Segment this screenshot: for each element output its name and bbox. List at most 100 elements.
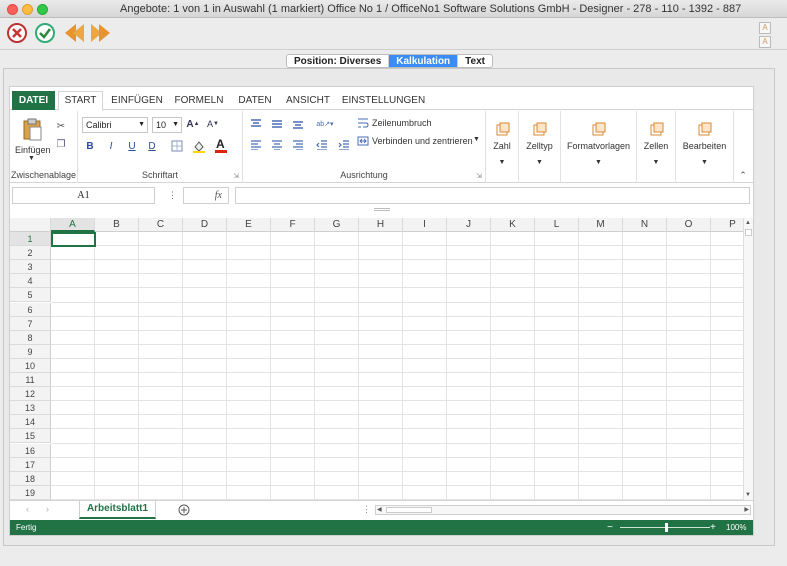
group-styles[interactable]: Formatvorlagen ▼ [561, 111, 637, 183]
decrease-indent-icon[interactable] [315, 139, 329, 151]
group-celltype[interactable]: Zelltyp ▼ [519, 111, 561, 183]
paste-icon[interactable] [20, 117, 44, 141]
scroll-left-icon[interactable]: ◀ [377, 506, 382, 513]
formula-input[interactable] [235, 187, 750, 204]
zoom-window-button[interactable] [37, 4, 48, 15]
paste-label[interactable]: Einfügen [15, 145, 51, 155]
horizontal-scrollbar[interactable]: ◀ ▶ [375, 505, 751, 515]
group-cells[interactable]: Zellen ▼ [637, 111, 676, 183]
hscroll-thumb[interactable] [386, 507, 432, 513]
row-header[interactable]: 6 [10, 302, 51, 317]
cell-grid[interactable]: A B C D E F G H I J K L M N O P 1 2 3 4 5 6 7 8 9 10 11 12 13 14 15 16 1… [10, 218, 743, 500]
wrap-text-button[interactable]: Zeilenumbruch [372, 118, 432, 128]
column-header[interactable]: N [623, 218, 667, 232]
row-header[interactable]: 13 [10, 401, 51, 416]
row-header[interactable]: 8 [10, 330, 51, 345]
column-header[interactable]: E [227, 218, 271, 232]
column-header[interactable]: G [315, 218, 359, 232]
copy-icon[interactable]: ❐ [54, 137, 68, 151]
scroll-up-icon[interactable]: ▲ [745, 220, 751, 226]
scroll-right-icon[interactable]: ▶ [744, 506, 749, 513]
scroll-down-icon[interactable]: ▼ [745, 492, 751, 498]
align-right-icon[interactable] [291, 139, 305, 151]
name-box[interactable]: A1 [12, 187, 155, 204]
tab-data[interactable]: DATEN [234, 91, 276, 110]
row-header[interactable]: 11 [10, 373, 51, 388]
row-header[interactable]: 5 [10, 288, 51, 303]
next-button[interactable] [89, 21, 113, 45]
tab-file[interactable]: DATEI [12, 91, 55, 110]
active-cell[interactable] [51, 232, 96, 247]
align-left-icon[interactable] [249, 139, 263, 151]
row-header[interactable]: 18 [10, 471, 51, 486]
sheet-tab-arbeitsblatt1[interactable]: Arbeitsblatt1 [79, 501, 156, 519]
wrap-text-icon[interactable] [357, 117, 369, 129]
row-header[interactable]: 14 [10, 415, 51, 430]
row-header[interactable]: 17 [10, 457, 51, 472]
row-header[interactable]: 16 [10, 443, 51, 458]
column-header[interactable]: K [491, 218, 535, 232]
segment-kalkulation[interactable]: Kalkulation [389, 55, 459, 67]
column-header[interactable]: I [403, 218, 447, 232]
column-header[interactable]: F [271, 218, 315, 232]
borders-icon[interactable] [170, 139, 184, 153]
row-header[interactable]: 12 [10, 387, 51, 402]
merge-center-button[interactable]: Verbinden und zentrieren [372, 136, 473, 146]
align-center-icon[interactable] [270, 139, 284, 151]
group-edit[interactable]: Bearbeiten ▼ [676, 111, 734, 183]
row-header[interactable]: 15 [10, 429, 51, 444]
column-header[interactable]: D [183, 218, 227, 232]
font-color-icon[interactable]: A [214, 137, 228, 153]
row-header[interactable]: 4 [10, 274, 51, 289]
column-header[interactable]: L [535, 218, 579, 232]
group-number[interactable]: Zahl ▼ [486, 111, 519, 183]
merge-dropdown-icon[interactable]: ▼ [473, 136, 480, 143]
minimize-window-button[interactable] [22, 4, 33, 15]
vertical-scrollbar[interactable]: ▲ ▼ [743, 218, 753, 500]
insert-function-button[interactable]: fx [183, 187, 229, 204]
scroll-thumb[interactable] [745, 229, 752, 236]
column-header[interactable]: A [51, 218, 95, 232]
row-header[interactable]: 9 [10, 344, 51, 359]
merge-center-icon[interactable] [357, 135, 369, 147]
column-header[interactable]: B [95, 218, 139, 232]
font-decrease-icon[interactable]: A [759, 36, 771, 48]
align-middle-icon[interactable] [270, 118, 284, 130]
font-increase-icon[interactable]: A [759, 22, 771, 34]
row-header[interactable]: 1 [10, 232, 51, 247]
cancel-button[interactable] [5, 21, 29, 45]
shrink-font-icon[interactable]: A ▼ [206, 117, 220, 131]
paste-dropdown-icon[interactable]: ▼ [28, 155, 35, 162]
column-header[interactable]: H [359, 218, 403, 232]
zoom-out-icon[interactable]: − [607, 520, 613, 535]
font-name-select[interactable]: Calibri ▼ [82, 117, 148, 133]
confirm-button[interactable] [33, 21, 57, 45]
tab-settings[interactable]: EINSTELLUNGEN [341, 91, 426, 110]
tab-split-handle[interactable]: ⋮ [362, 504, 371, 515]
close-window-button[interactable] [7, 4, 18, 15]
dialog-launcher-icon[interactable]: ⇲ [233, 172, 239, 180]
row-header[interactable]: 10 [10, 358, 51, 373]
select-all-corner[interactable] [10, 218, 51, 232]
column-header[interactable]: J [447, 218, 491, 232]
splitter-handle[interactable] [374, 208, 390, 211]
cut-icon[interactable]: ✂ [54, 119, 68, 133]
first-sheet-icon[interactable]: ‹ [26, 504, 29, 514]
more-options-icon[interactable]: ⋮ [168, 190, 177, 201]
double-underline-button[interactable]: D [146, 140, 158, 152]
italic-button[interactable]: I [105, 140, 117, 152]
align-top-icon[interactable] [249, 118, 263, 130]
column-header[interactable]: C [139, 218, 183, 232]
row-header[interactable]: 3 [10, 260, 51, 275]
tab-insert[interactable]: EINFÜGEN [108, 91, 166, 110]
column-header[interactable]: P [711, 218, 743, 232]
segment-text[interactable]: Text [458, 55, 492, 67]
tab-view[interactable]: ANSICHT [283, 91, 333, 110]
previous-button[interactable] [62, 21, 86, 45]
font-size-select[interactable]: 10 ▼ [152, 117, 182, 133]
column-header[interactable]: O [667, 218, 711, 232]
bold-button[interactable]: B [84, 140, 96, 152]
zoom-slider-thumb[interactable] [665, 523, 668, 532]
dialog-launcher-icon[interactable]: ⇲ [476, 172, 482, 180]
row-header[interactable]: 7 [10, 316, 51, 331]
